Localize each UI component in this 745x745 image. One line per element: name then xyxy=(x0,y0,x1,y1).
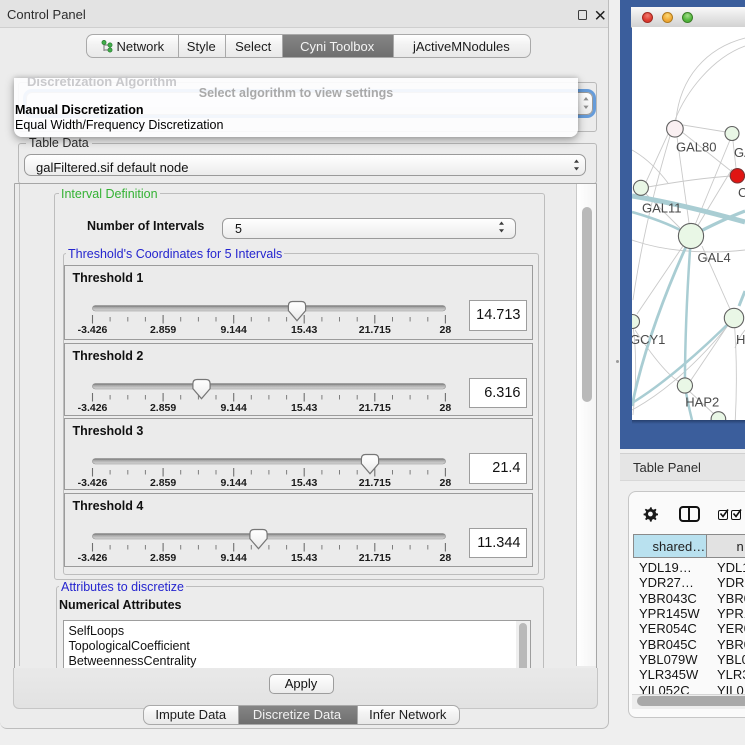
svg-text:15.43: 15.43 xyxy=(291,552,317,564)
svg-text:2.859: 2.859 xyxy=(149,552,175,564)
svg-text:21.715: 21.715 xyxy=(358,402,390,414)
svg-text:9.144: 9.144 xyxy=(220,552,246,564)
svg-text:-3.426: -3.426 xyxy=(77,477,107,489)
svg-text:CY: CY xyxy=(738,185,745,200)
svg-text:9.144: 9.144 xyxy=(220,402,246,414)
svg-text:2.859: 2.859 xyxy=(149,402,175,414)
svg-text:21.715: 21.715 xyxy=(358,324,390,336)
svg-text:GAL80: GAL80 xyxy=(676,140,716,155)
svg-text:21.715: 21.715 xyxy=(358,552,390,564)
svg-text:GAL: GAL xyxy=(734,145,745,160)
svg-text:28: 28 xyxy=(439,402,451,414)
svg-text:-3.426: -3.426 xyxy=(77,324,107,336)
svg-text:15.43: 15.43 xyxy=(291,324,317,336)
svg-text:21.715: 21.715 xyxy=(358,477,390,489)
svg-text:GAL11: GAL11 xyxy=(642,201,682,216)
svg-text:28: 28 xyxy=(439,324,451,336)
svg-text:HI: HI xyxy=(736,332,745,347)
svg-text:28: 28 xyxy=(439,552,451,564)
svg-text:-3.426: -3.426 xyxy=(77,402,107,414)
svg-text:GAL4: GAL4 xyxy=(698,250,731,265)
svg-text:15.43: 15.43 xyxy=(291,402,317,414)
svg-text:GCY1: GCY1 xyxy=(632,332,665,347)
svg-text:2.859: 2.859 xyxy=(149,324,175,336)
svg-text:-3.426: -3.426 xyxy=(77,552,107,564)
svg-text:HAP2: HAP2 xyxy=(685,395,719,410)
svg-text:9.144: 9.144 xyxy=(220,477,246,489)
svg-text:28: 28 xyxy=(439,477,451,489)
svg-text:2.859: 2.859 xyxy=(149,477,175,489)
svg-text:15.43: 15.43 xyxy=(291,477,317,489)
svg-text:9.144: 9.144 xyxy=(220,324,246,336)
